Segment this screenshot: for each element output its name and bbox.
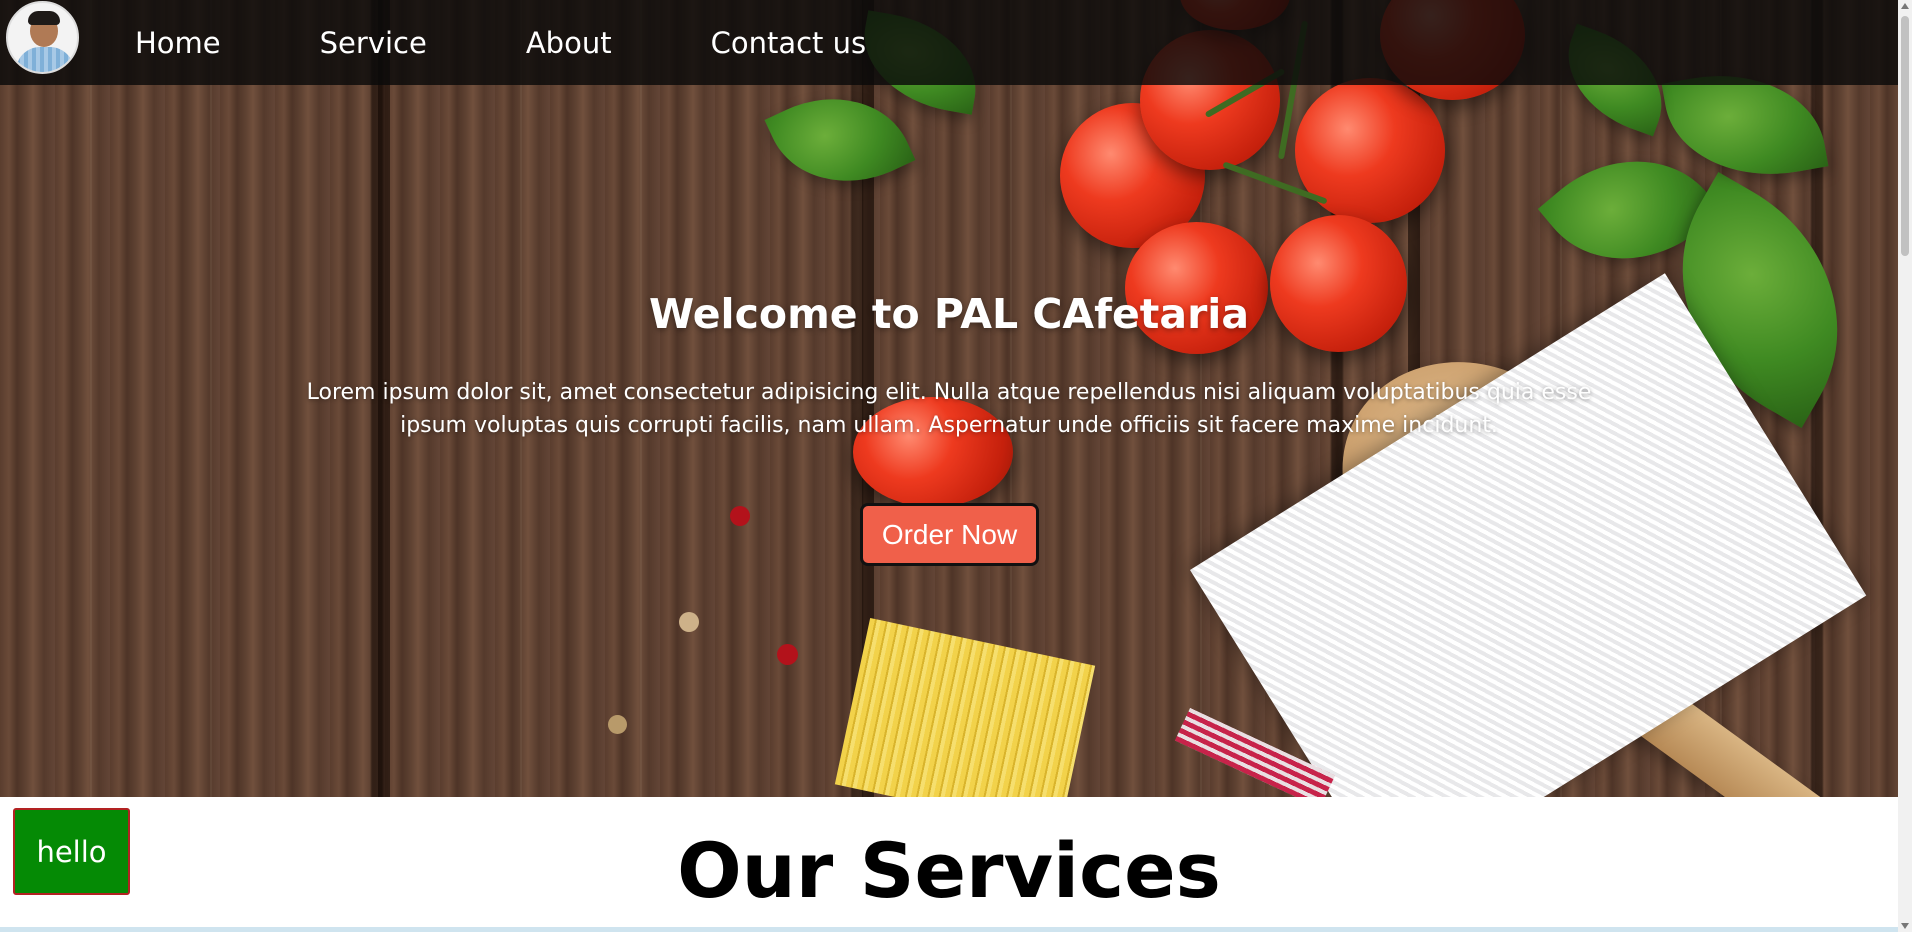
- nav-link-about[interactable]: About: [526, 26, 612, 60]
- basil-leaf: [764, 69, 916, 211]
- peppercorn: [608, 715, 627, 734]
- nav-link-service[interactable]: Service: [320, 26, 427, 60]
- vertical-scrollbar[interactable]: [1898, 0, 1912, 932]
- top-navbar: Home Service About Contact us: [0, 0, 1898, 85]
- peppercorn: [730, 506, 750, 526]
- peppercorn: [679, 612, 699, 632]
- nav-links: Home Service About Contact us: [135, 0, 965, 85]
- hero-title: Welcome to PAL CAfetaria: [648, 290, 1250, 338]
- spaghetti: [834, 617, 1096, 797]
- scroll-up-icon[interactable]: [1901, 3, 1909, 9]
- nav-link-contact[interactable]: Contact us: [711, 26, 867, 60]
- services-heading: Our Services: [677, 826, 1221, 915]
- peppercorn: [777, 644, 798, 665]
- hero-description: Lorem ipsum dolor sit, amet consectetur …: [306, 380, 1592, 438]
- nav-link-home[interactable]: Home: [135, 26, 221, 60]
- order-now-button[interactable]: Order Now: [860, 503, 1039, 566]
- scrollbar-thumb[interactable]: [1901, 16, 1909, 256]
- scroll-down-icon[interactable]: [1901, 923, 1909, 929]
- profile-photo-icon[interactable]: [6, 1, 79, 74]
- page-bottom-edge: [0, 927, 1898, 932]
- hero-section: Welcome to PAL CAfetaria Lorem ipsum dol…: [0, 0, 1898, 797]
